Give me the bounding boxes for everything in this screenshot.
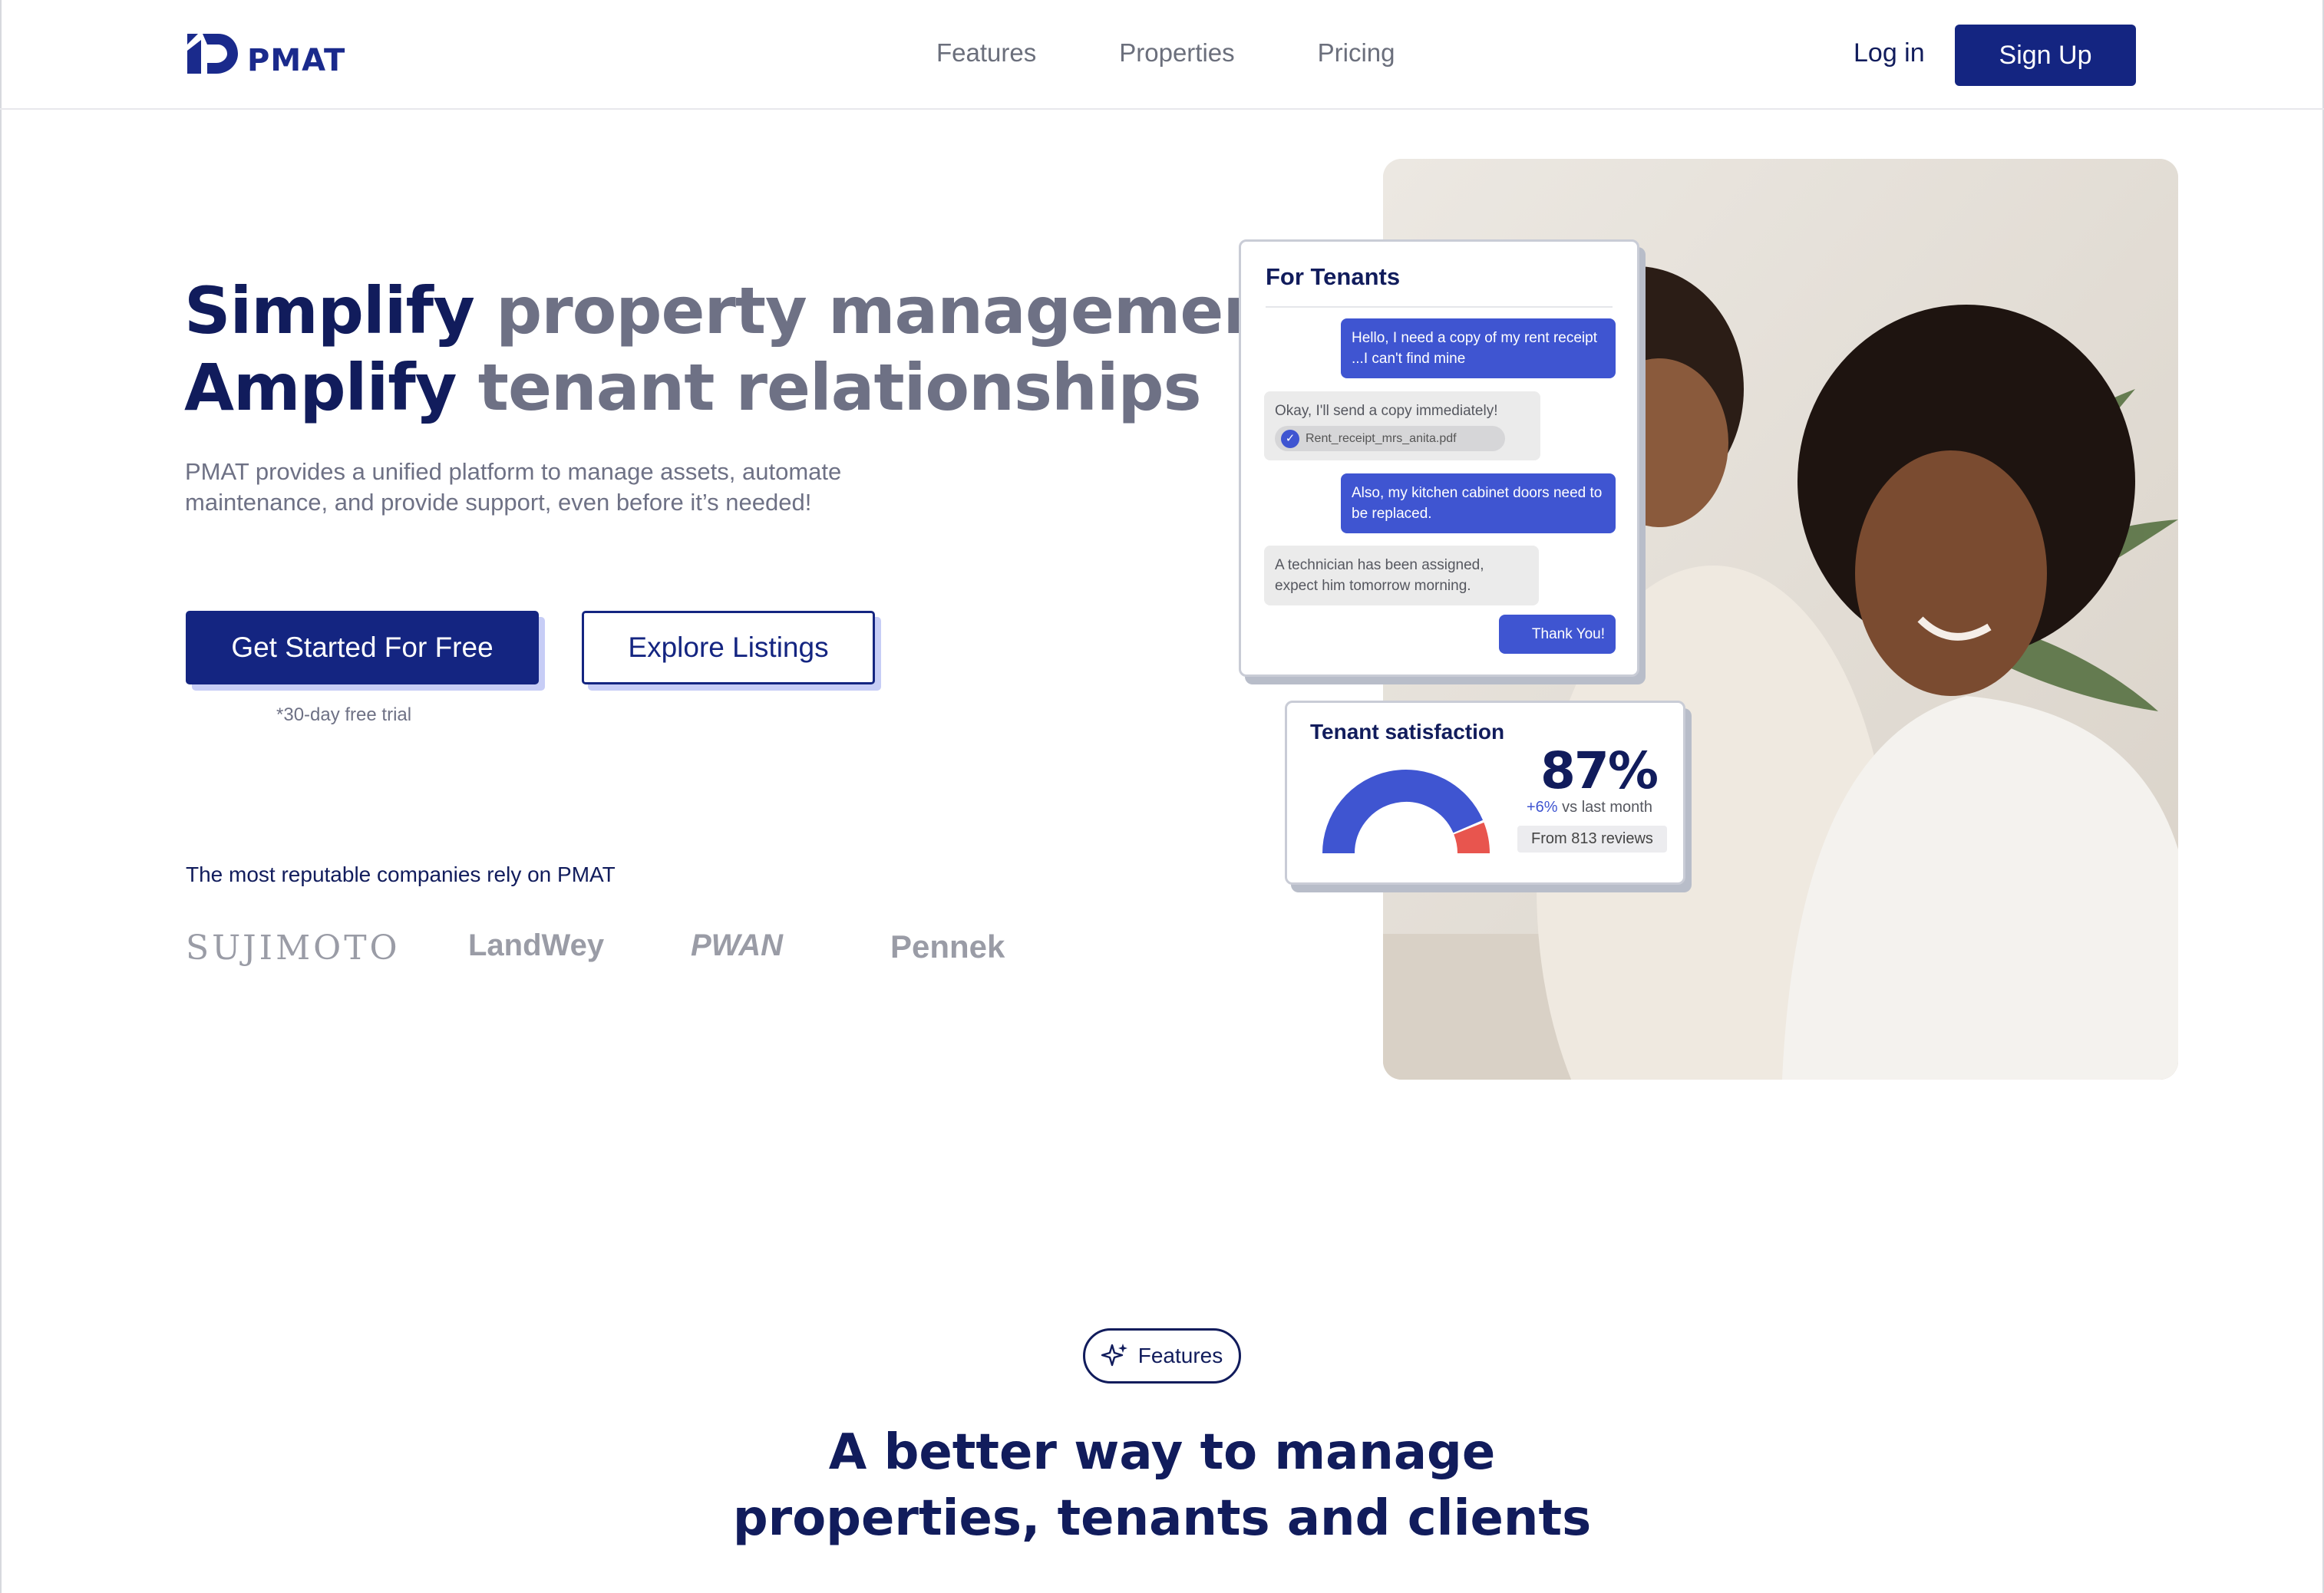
features-pill[interactable]: Features — [1083, 1328, 1241, 1384]
logo-pwan: PWAN — [691, 928, 783, 962]
satisfaction-change: +6% vs last month — [1527, 799, 1652, 816]
attachment-filename: Rent_receipt_mrs_anita.pdf — [1306, 432, 1457, 445]
explore-listings-button[interactable]: Explore Listings — [582, 611, 875, 684]
get-started-button[interactable]: Get Started For Free — [186, 611, 539, 684]
satisfaction-gauge — [1322, 770, 1490, 854]
features-heading: A better way to manage properties, tenan… — [0, 1420, 2324, 1552]
signup-button[interactable]: Sign Up — [1955, 25, 2136, 86]
chat-message-manager-1: Okay, I'll send a copy immediately! ✓ Re… — [1264, 391, 1540, 460]
nav-link-features[interactable]: Features — [936, 38, 1036, 68]
check-icon: ✓ — [1281, 429, 1299, 448]
logo-text: PMAT — [247, 43, 346, 78]
nav-links: Features Properties Pricing — [936, 38, 1395, 68]
features-heading-line-1: A better way to manage — [828, 1424, 1496, 1481]
satisfaction-change-suffix: vs last month — [1557, 799, 1652, 816]
chat-message-tenant-3: Thank You! — [1499, 615, 1616, 654]
gauge-filled-arc — [1322, 770, 1484, 854]
chat-message-manager-1-text: Okay, I'll send a copy immediately! — [1275, 403, 1498, 419]
hero-title-word-1: Simplify — [184, 273, 475, 348]
nav-link-pricing[interactable]: Pricing — [1318, 38, 1395, 68]
trial-note: *30-day free trial — [276, 704, 412, 725]
companies-title: The most reputable companies rely on PMA… — [186, 862, 616, 886]
receipt-attachment[interactable]: ✓ Rent_receipt_mrs_anita.pdf — [1275, 426, 1505, 451]
chat-message-tenant-2: Also, my kitchen cabinet doors need to b… — [1341, 473, 1616, 533]
logo-pennek: Pennek — [890, 928, 1005, 965]
logo-sujimoto: SUJIMOTO — [186, 928, 401, 968]
gauge-remaining-arc — [1454, 822, 1490, 854]
satisfaction-change-value: +6% — [1527, 799, 1558, 816]
top-nav: PMAT Features Properties Pricing Log in … — [0, 0, 2324, 110]
hero-title-word-2: Amplify — [184, 350, 457, 425]
pmat-logo[interactable]: PMAT — [184, 29, 345, 80]
sparkle-icon — [1101, 1344, 1127, 1367]
hero-description: PMAT provides a unified platform to mana… — [185, 458, 842, 516]
nav-link-properties[interactable]: Properties — [1119, 38, 1234, 68]
chat-message-tenant-1: Hello, I need a copy of my rent receipt … — [1341, 318, 1616, 378]
logo-landwey: LandWey — [468, 928, 605, 962]
tenant-satisfaction-card: Tenant satisfaction 87% +6% vs last mont… — [1285, 701, 1685, 885]
chat-message-manager-2: A technician has been assigned, expect h… — [1264, 546, 1539, 605]
features-heading-line-2: properties, tenants and clients — [732, 1490, 1592, 1547]
pmat-logo-icon — [187, 34, 238, 74]
satisfaction-title: Tenant satisfaction — [1310, 720, 1505, 744]
hero-title-rest-1: property management, — [474, 273, 1322, 348]
chat-title: For Tenants — [1266, 263, 1613, 308]
tenant-chat-card: For Tenants Hello, I need a copy of my r… — [1239, 239, 1639, 677]
satisfaction-value: 87% — [1540, 741, 1659, 800]
login-link[interactable]: Log in — [1854, 38, 1925, 68]
satisfaction-reviews: From 813 reviews — [1517, 826, 1667, 853]
hero-title: Simplify property management, Amplify te… — [184, 272, 1322, 426]
hero-title-rest-2: tenant relationships — [456, 350, 1202, 425]
features-pill-label: Features — [1137, 1344, 1223, 1367]
